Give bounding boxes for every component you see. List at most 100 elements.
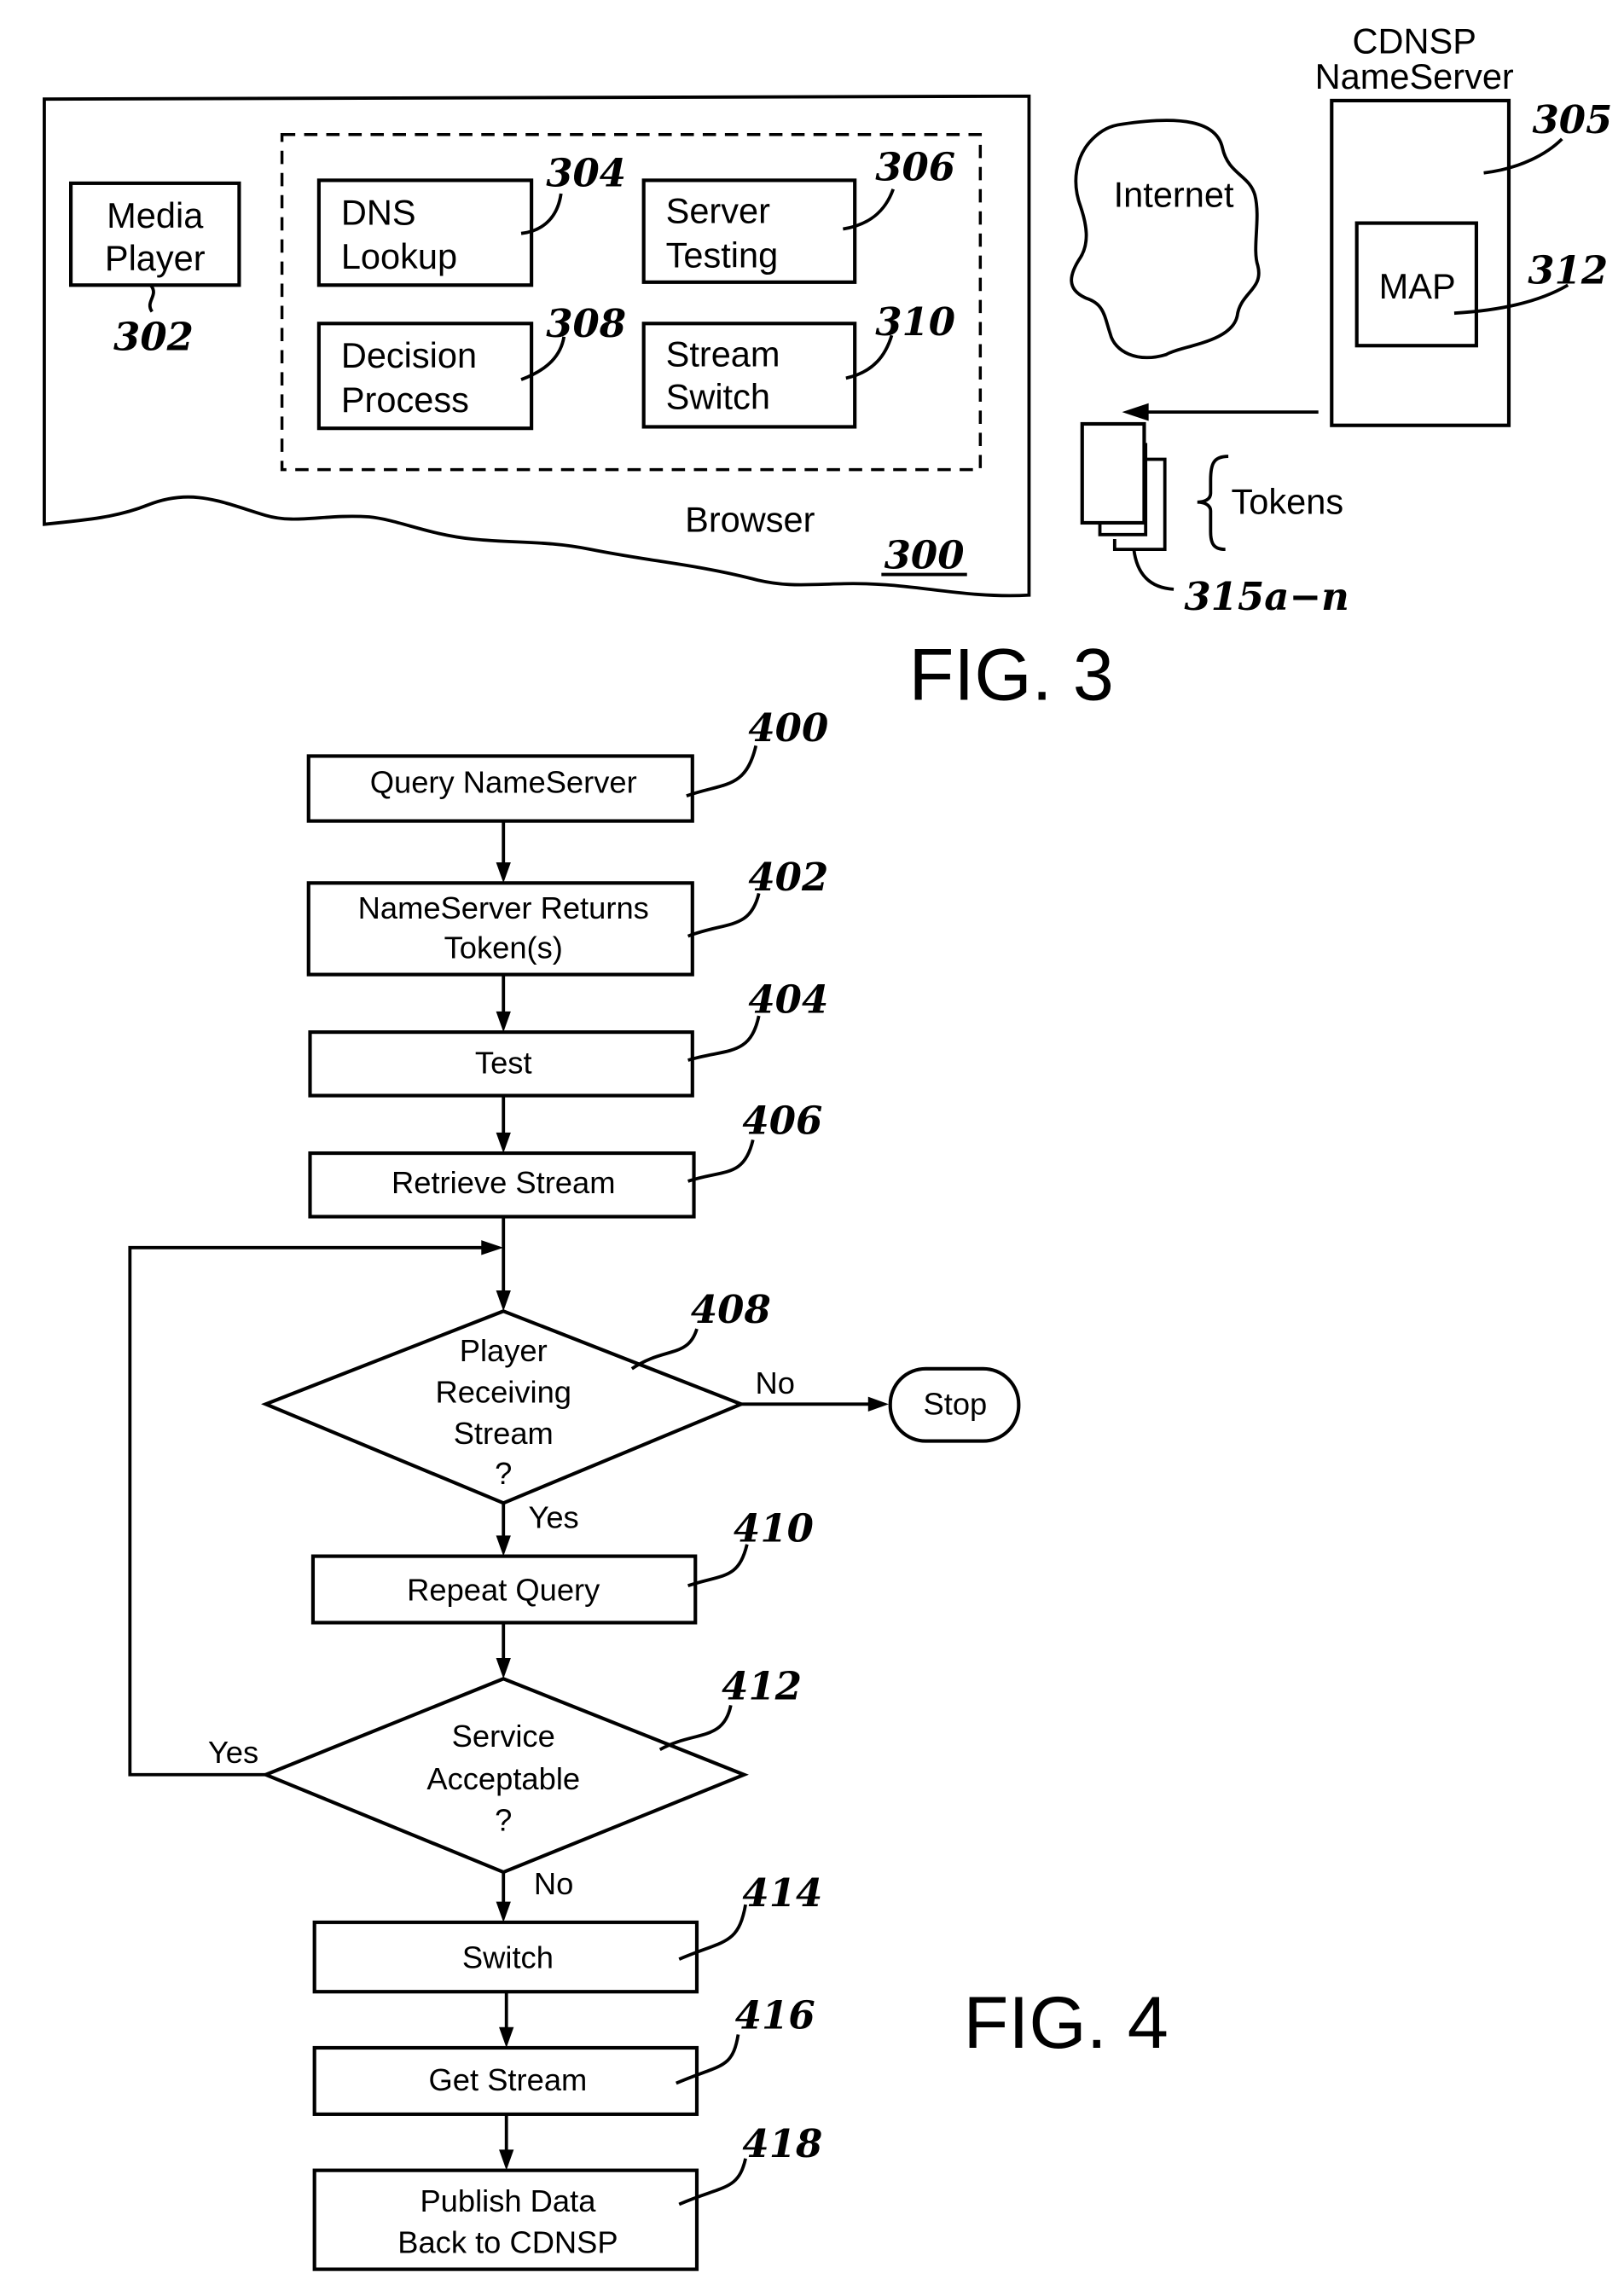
stop-terminal: Stop <box>888 1366 1021 1443</box>
decision-408-line2: Receiving <box>435 1375 571 1410</box>
tokens-label: Tokens <box>1232 482 1344 522</box>
leader-line-412 <box>658 1705 733 1752</box>
media-player-label-line1: Media <box>107 195 204 235</box>
fig3: Media Player 302 DNS Lookup 304 Server T… <box>43 21 1612 716</box>
step-404-test: Test 404 <box>308 977 828 1098</box>
cloud-icon <box>1070 119 1261 360</box>
decision-process-block: Decision Process 308 <box>316 301 626 431</box>
server-testing-block: Server Testing 306 <box>641 144 955 284</box>
decision-408-player-receiving-stream: Player Receiving Stream ? 408 <box>261 1287 771 1505</box>
map-label: MAP <box>1379 266 1456 306</box>
arrowhead-down-icon <box>496 1132 511 1154</box>
step-416-get-stream: Get Stream 416 <box>312 1992 815 2116</box>
step-400-label: Query NameServer <box>370 765 637 800</box>
leader-line-404 <box>687 1015 761 1062</box>
decision-412-line3: ? <box>495 1803 512 1838</box>
token-page-1 <box>1080 421 1146 525</box>
leader-line-406 <box>687 1139 755 1183</box>
decision-408-line3: Stream <box>454 1416 554 1451</box>
ref-300: 300 <box>884 533 965 578</box>
step-406-label: Retrieve Stream <box>392 1165 615 1200</box>
ref-305: 305 <box>1532 97 1612 142</box>
step-406-retrieve-stream: Retrieve Stream 406 <box>308 1099 822 1219</box>
ref-315a-n: 315a−n <box>1184 574 1349 619</box>
decision-process-label-line2: Process <box>341 380 469 420</box>
decision-412-service-acceptable: Service Acceptable ? 412 <box>261 1663 802 1875</box>
dns-lookup-label-line1: DNS <box>341 192 416 232</box>
decision-408-line1: Player <box>460 1333 548 1368</box>
loop-back-line <box>128 1245 488 1777</box>
step-414-label: Switch <box>462 1940 554 1975</box>
patent-drawing-sheet: Media Player 302 DNS Lookup 304 Server T… <box>43 21 1612 2271</box>
ref-400: 400 <box>748 705 828 751</box>
stream-switch-label-line2: Switch <box>666 377 770 417</box>
stream-switch-label-line1: Stream <box>666 333 780 374</box>
stop-label: Stop <box>924 1386 988 1421</box>
ref-308: 308 <box>546 301 626 346</box>
server-testing-label-line2: Testing <box>666 235 779 275</box>
ref-304: 304 <box>546 150 626 195</box>
step-402-label-line1: NameServer Returns <box>358 890 649 925</box>
fig4-caption: FIG. 4 <box>964 1982 1169 2064</box>
cdnsp-nameserver: CDNSP NameServer 305 MAP 312 <box>1315 21 1612 427</box>
server-testing-label-line1: Server <box>666 191 770 231</box>
ref-312: 312 <box>1528 248 1608 293</box>
step-400-query-nameserver: Query NameServer 400 <box>306 705 828 823</box>
step-418-label-line1: Publish Data <box>420 2183 596 2218</box>
decision-412-line1: Service <box>452 1719 555 1754</box>
leader-line-315 <box>1132 548 1174 591</box>
decision-408-yes-label: Yes <box>528 1500 578 1535</box>
token-return-arrow <box>1122 403 1319 421</box>
ref-404: 404 <box>748 977 828 1023</box>
arrowhead-down-icon <box>499 2026 514 2048</box>
decision-412-line2: Acceptable <box>426 1761 580 1796</box>
browser-label: Browser <box>685 499 815 539</box>
step-416-label: Get Stream <box>429 2062 588 2097</box>
arrowhead-down-icon <box>496 1535 511 1557</box>
decision-408-line4: ? <box>495 1456 512 1491</box>
fig3-caption: FIG. 3 <box>908 635 1113 716</box>
step-402-label-line2: Token(s) <box>444 931 563 965</box>
leader-line-400 <box>686 745 758 797</box>
step-410-label: Repeat Query <box>407 1573 600 1608</box>
ref-406: 406 <box>742 1099 822 1144</box>
ref-408: 408 <box>691 1287 771 1332</box>
nameserver-title-line1: CDNSP <box>1353 21 1476 61</box>
step-404-label: Test <box>475 1046 532 1081</box>
ref-412: 412 <box>722 1663 802 1708</box>
internet-label: Internet <box>1114 175 1234 215</box>
ref-416: 416 <box>735 1992 815 2038</box>
ref-402: 402 <box>748 855 828 900</box>
decision-412-no-label: No <box>534 1866 573 1901</box>
arrowhead-down-icon <box>496 1011 511 1033</box>
leader-line-408 <box>630 1328 699 1371</box>
media-player-label-line2: Player <box>105 238 206 278</box>
arrowhead-right-icon <box>481 1240 504 1255</box>
internet-cloud: Internet <box>1070 119 1261 360</box>
arrowhead-down-icon <box>499 2149 514 2171</box>
stream-switch-block: Stream Switch 310 <box>641 299 955 429</box>
arrowhead-down-icon <box>496 1658 511 1679</box>
ref-302: 302 <box>113 314 194 359</box>
arrowhead-right-icon <box>867 1396 890 1412</box>
ref-418: 418 <box>742 2121 822 2166</box>
arrowhead-left-icon <box>1122 403 1149 421</box>
ref-414: 414 <box>742 1870 822 1916</box>
decision-process-label-line1: Decision <box>341 335 477 375</box>
step-402-nameserver-returns-tokens: NameServer Returns Token(s) 402 <box>306 855 828 977</box>
tokens-stack: Tokens 315a−n <box>1080 421 1349 619</box>
step-418-publish-data: Publish Data Back to CDNSP 418 <box>312 2121 822 2271</box>
dns-lookup-label-line2: Lookup <box>341 236 457 276</box>
fig4-flowchart: Query NameServer 400 NameServer Returns … <box>128 705 1169 2271</box>
arrowhead-down-icon <box>496 862 511 884</box>
media-player-block: Media Player 302 <box>69 181 241 359</box>
decision-412-yes-label: Yes <box>208 1735 258 1770</box>
dns-lookup-block: DNS Lookup 304 <box>316 150 626 287</box>
decision-408-no-label: No <box>756 1365 795 1400</box>
nameserver-title-line2: NameServer <box>1315 56 1514 96</box>
tokens-brace <box>1197 455 1229 552</box>
step-418-label-line2: Back to CDNSP <box>397 2225 618 2260</box>
ref-310: 310 <box>875 299 955 345</box>
ref-306: 306 <box>875 144 955 189</box>
ref-410: 410 <box>734 1505 814 1551</box>
